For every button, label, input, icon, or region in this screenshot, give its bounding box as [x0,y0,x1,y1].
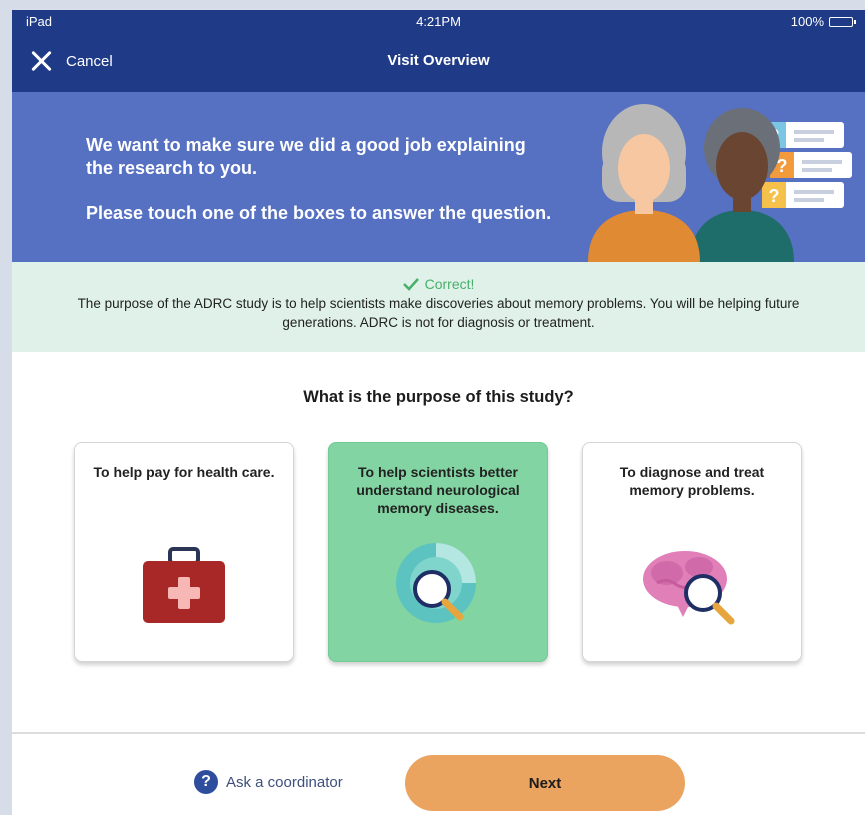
footer-divider [12,732,865,734]
research-magnifier-icon [396,543,476,623]
ask-coordinator-link[interactable]: ? Ask a coordinator [194,770,343,794]
page-title: Visit Overview [387,52,490,69]
feedback-status: Correct! [12,276,865,292]
hero-text: We want to make sure we did a good job e… [86,134,556,247]
nav-bar: Cancel Visit Overview [12,32,865,92]
people-question-illustration: ? ? ? [588,104,852,262]
checkmark-icon [402,278,419,291]
battery-icon [829,16,856,27]
option-card-health-care[interactable]: To help pay for health care. [74,442,294,662]
app-window: iPad 4:21PM 100% Cancel Visit Overview W… [12,10,865,815]
feedback-message: The purpose of the ADRC study is to help… [77,296,800,330]
svg-text:?: ? [769,186,780,206]
brain-magnifier-icon [643,551,735,625]
question-text: What is the purpose of this study? [303,388,574,406]
option-label: To help scientists better understand neu… [356,464,520,516]
status-bar: iPad 4:21PM 100% [12,10,865,32]
next-button[interactable]: Next [405,755,685,811]
option-card-research[interactable]: To help scientists better understand neu… [328,442,548,662]
question-mark-icon: ? [194,770,218,794]
hero-instruction-2: Please touch one of the boxes to answer … [86,203,552,223]
clock: 4:21PM [416,14,461,29]
hero-banner: We want to make sure we did a good job e… [12,92,865,262]
feedback-status-label: Correct! [424,276,475,292]
medical-kit-icon [143,547,225,623]
battery-percent: 100% [790,14,824,29]
option-label: To help pay for health care. [93,464,275,480]
answer-feedback: Correct! The purpose of the ADRC study i… [12,262,865,352]
option-label: To diagnose and treat memory problems. [619,464,765,498]
option-card-diagnosis[interactable]: To diagnose and treat memory problems. [582,442,802,662]
hero-instruction-1: We want to make sure we did a good job e… [86,135,526,178]
ask-coordinator-label: Ask a coordinator [226,773,343,791]
battery-status: 100% [790,14,856,29]
